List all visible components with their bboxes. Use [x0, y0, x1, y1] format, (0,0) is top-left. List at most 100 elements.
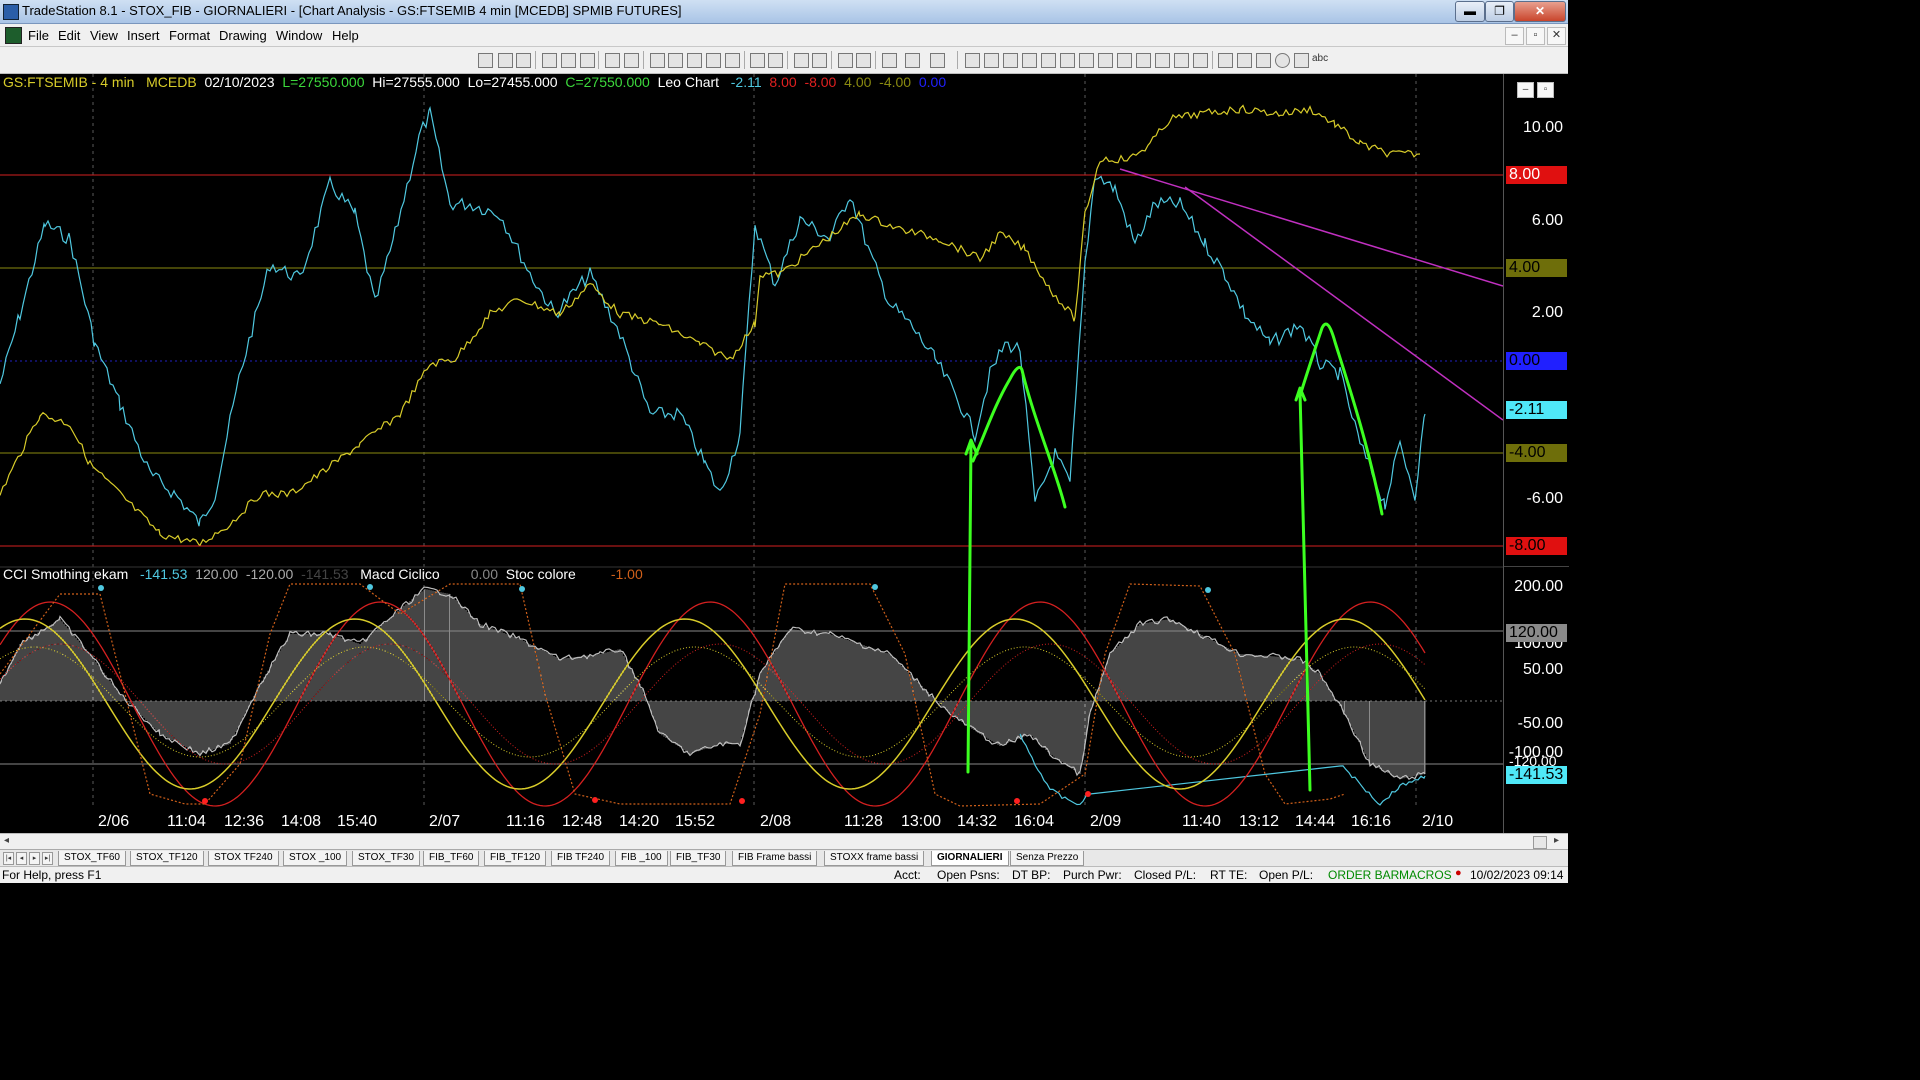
vertical-line-icon[interactable]	[984, 53, 999, 68]
fib-retracement-icon[interactable]	[1022, 53, 1037, 68]
speed-line-icon[interactable]	[1041, 53, 1056, 68]
pointer-icon[interactable]	[838, 53, 853, 68]
sheet-tab[interactable]: Senza Prezzo	[1010, 851, 1085, 866]
pen-icon[interactable]	[1193, 53, 1208, 68]
andrews-pitchfork-icon[interactable]	[1079, 53, 1094, 68]
sheet-tab[interactable]: STOXX frame bassi	[824, 851, 925, 866]
cyan-price-line	[0, 106, 1426, 527]
menu-window[interactable]: Window	[276, 28, 322, 43]
scroll-right-icon[interactable]: ▸	[1554, 835, 1559, 846]
time-label: 11:40	[1182, 813, 1221, 830]
axis-label-10: 10.00	[1522, 119, 1563, 136]
horizontal-scrollbar[interactable]: ◂ ▸	[0, 833, 1568, 850]
sheet-tab[interactable]: FIB TF240	[551, 851, 611, 866]
channel-icon[interactable]	[1098, 53, 1113, 68]
scroll-left-icon[interactable]: ◂	[4, 835, 9, 846]
format-symbol-icon[interactable]	[498, 53, 513, 68]
up-arrow-icon[interactable]	[1256, 53, 1271, 68]
close-button[interactable]: ✕	[1514, 1, 1566, 22]
candle-icon[interactable]	[580, 53, 595, 68]
fib-arcs-icon[interactable]	[1174, 53, 1189, 68]
sheet-tab[interactable]: FIB_TF60	[423, 851, 480, 866]
menu-edit[interactable]: Edit	[58, 28, 80, 43]
chart-canvas[interactable]	[0, 74, 1503, 833]
status-open-psns: Open Psns:	[937, 868, 1000, 882]
rectangle-icon[interactable]	[1294, 53, 1309, 68]
gann-fan-icon[interactable]	[1060, 53, 1075, 68]
zoom-in-icon[interactable]	[794, 53, 809, 68]
sheet-tab[interactable]: STOX_TF120	[130, 851, 204, 866]
parallel-lines-icon[interactable]	[1155, 53, 1170, 68]
status-order-bar[interactable]: ORDER BAR	[1328, 868, 1399, 882]
tab-first-icon[interactable]: |◂	[3, 852, 14, 865]
sheet-tab[interactable]: STOX_TF30	[352, 851, 420, 866]
paintbar-icon[interactable]	[668, 53, 683, 68]
time-label: 14:32	[957, 813, 998, 830]
down-arrow-icon[interactable]	[1237, 53, 1252, 68]
sheet-tab[interactable]: FIB_TF120	[484, 851, 547, 866]
chart-window-icon[interactable]	[5, 27, 22, 44]
menu-view[interactable]: View	[90, 28, 118, 43]
red-markers	[202, 791, 1091, 804]
tab-next-icon[interactable]: ▸	[29, 852, 40, 865]
connection-status-icon: ●	[1455, 867, 1462, 879]
text-tool-icon[interactable]: abc	[1312, 53, 1328, 64]
sheet-tab[interactable]: FIB _100	[615, 851, 668, 866]
trendline-icon[interactable]	[965, 53, 980, 68]
scroll-thumb[interactable]	[1533, 836, 1547, 849]
cursor-data-icon[interactable]	[856, 53, 871, 68]
mdi-close-button[interactable]: ✕	[1547, 27, 1566, 45]
tab-last-icon[interactable]: ▸|	[42, 852, 53, 865]
status-closed-pl: Closed P/L:	[1134, 868, 1197, 882]
tools-icon[interactable]	[882, 53, 897, 68]
arrow-line-icon[interactable]	[1136, 53, 1151, 68]
bar-width-icon[interactable]	[768, 53, 783, 68]
sub-s1v2: 120.00	[195, 566, 239, 582]
curve-icon[interactable]	[1218, 53, 1233, 68]
tag-current: -2.11	[1506, 401, 1567, 419]
status-macros[interactable]: MACROS	[1399, 868, 1452, 882]
radar-icon[interactable]	[650, 53, 665, 68]
sheet-tab[interactable]: GIORNALIERI	[931, 851, 1009, 866]
line-chart-icon[interactable]	[561, 53, 576, 68]
sub-s3v1: -1.00	[610, 566, 643, 582]
restore-button[interactable]: ❐	[1485, 1, 1514, 22]
chart-area[interactable]: GS:FTSEMIB - 4 min MCEDB 02/10/2023 L=27…	[0, 74, 1503, 833]
strategy-icon[interactable]	[624, 53, 639, 68]
menu-drawing[interactable]: Drawing	[219, 28, 267, 43]
sheet-tab[interactable]: FIB Frame bassi	[732, 851, 818, 866]
showme-icon[interactable]	[687, 53, 702, 68]
data-window-icon[interactable]	[516, 53, 531, 68]
menu-format[interactable]: Format	[169, 28, 210, 43]
menu-insert[interactable]: Insert	[127, 28, 160, 43]
horizontal-line-icon[interactable]	[1003, 53, 1018, 68]
order-entry-icon[interactable]	[905, 53, 920, 68]
ellipse-icon[interactable]	[1275, 53, 1290, 68]
sheet-tab[interactable]: STOX TF240	[208, 851, 279, 866]
regression-channel-icon[interactable]	[1117, 53, 1132, 68]
format-window-icon[interactable]	[478, 53, 493, 68]
sheet-tab[interactable]: STOX_TF60	[58, 851, 126, 866]
tab-prev-icon[interactable]: ◂	[16, 852, 27, 865]
probability-icon[interactable]	[706, 53, 721, 68]
menu-file[interactable]: File	[28, 28, 49, 43]
minimize-button[interactable]: ▬	[1455, 1, 1485, 22]
time-label: 11:28	[844, 813, 883, 830]
pane-minimize-button[interactable]: –	[1517, 82, 1534, 98]
pane-restore-button[interactable]: ▫	[1537, 82, 1554, 98]
tag-8: 8.00	[1506, 166, 1567, 184]
print-icon[interactable]	[930, 53, 945, 68]
mdi-restore-button[interactable]: ▫	[1526, 27, 1545, 45]
sheet-tab[interactable]: STOX _100	[283, 851, 348, 866]
sheet-tab[interactable]: FIB_TF30	[670, 851, 727, 866]
bar-spacing-icon[interactable]	[750, 53, 765, 68]
header-v6: 0.00	[918, 74, 947, 90]
activity-bar-icon[interactable]	[725, 53, 740, 68]
time-label: 14:08	[281, 813, 322, 830]
bar-chart-icon[interactable]	[542, 53, 557, 68]
mdi-minimize-button[interactable]: –	[1505, 27, 1524, 45]
indicator-icon[interactable]	[605, 53, 620, 68]
menu-help[interactable]: Help	[332, 28, 359, 43]
zoom-out-icon[interactable]	[812, 53, 827, 68]
cci-gray-line	[0, 586, 1426, 780]
